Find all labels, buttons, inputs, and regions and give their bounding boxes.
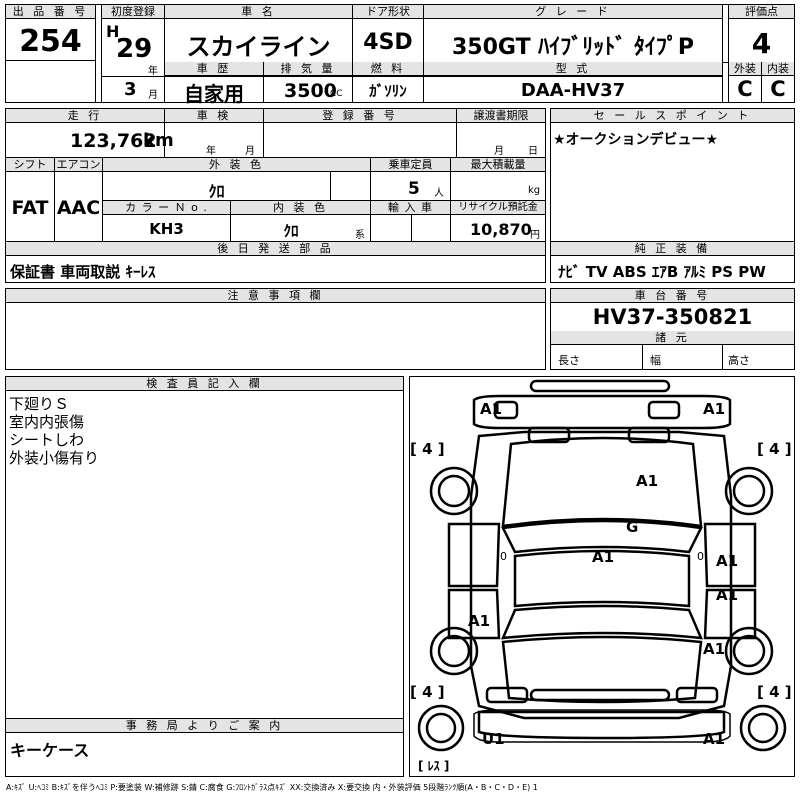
color-number: KH3 (149, 220, 184, 238)
color-no-label: カ ラ ー Ｎ o . (103, 201, 230, 215)
car-name: スカイライン (186, 33, 331, 61)
mark-right-front-door: A1 (716, 552, 739, 570)
grade-label: グ レ ー ド (424, 5, 722, 19)
reg-no-label: 登 録 番 号 (264, 109, 456, 123)
grade: 350GT ﾊｲﾌﾞﾘｯﾄﾞ ﾀｲﾌﾟP (451, 35, 695, 60)
spare-tire: [ ﾚｽ ] (418, 759, 450, 773)
load-label: 最大積載量 (451, 158, 545, 172)
mark-roof: A1 (592, 548, 615, 566)
year-unit: 年 (148, 66, 158, 77)
car-name-label: 車 名 (165, 5, 352, 19)
recycle-label: リサイクル預託金 (451, 201, 545, 215)
displacement-unit: CC (330, 89, 343, 99)
recycle-deposit: 10,870 (470, 220, 532, 239)
door-label: ドア形状 (353, 5, 423, 19)
equipment: ﾅﾋﾞ TV ABS ｴｱB ｱﾙﾐ PS PW (558, 263, 766, 281)
displacement-label: 排 気 量 (264, 62, 352, 76)
inspector-line-4: 外装小傷有り (9, 449, 100, 467)
model-code: DAA-HV37 (520, 80, 626, 101)
mark-front-left: A1 (480, 400, 503, 418)
mark-hood: A1 (636, 472, 659, 490)
capacity-unit: 人 (434, 188, 444, 199)
mark-zero-left: 0 (500, 550, 507, 563)
lot-number: 254 (19, 24, 82, 59)
reg-year: 29 (116, 34, 153, 64)
int-color-label: 内 装 色 (231, 201, 370, 215)
fuel: ｶﾞｿﾘﾝ (369, 82, 407, 100)
exterior-score: C (737, 77, 753, 101)
insp-year-unit: 年 (206, 146, 216, 157)
spec-width: 幅 (650, 354, 661, 367)
spec-length: 長さ (558, 354, 580, 367)
shift: FAT (11, 197, 49, 219)
mark-right-rear-door: A1 (716, 586, 739, 604)
office-label: 事 務 局 よ り ご 案 内 (6, 719, 403, 733)
inspector-label: 検 査 員 記 入 欄 (6, 377, 403, 391)
fuel-label: 燃 料 (353, 62, 423, 76)
ac-label: エアコン (55, 158, 102, 172)
capacity: 5 (408, 179, 420, 199)
insp-month-unit: 月 (245, 146, 255, 157)
mileage-unit: km (143, 130, 174, 151)
spec-height: 高さ (728, 354, 750, 367)
load-unit: kg (528, 185, 541, 196)
mark-front-right: A1 (703, 400, 726, 418)
equipment-label: 純 正 装 備 (551, 242, 794, 256)
later-parts: 保証書 車両取説 ｷｰﾚｽ (10, 263, 156, 281)
tire-rl: [ 4 ] (410, 683, 445, 701)
history-label: 車 歴 (165, 62, 263, 76)
chassis-number: HV37-350821 (592, 305, 753, 329)
air-conditioner: AAC (56, 197, 101, 219)
shift-label: シフト (6, 158, 54, 172)
legend: A:ｷｽﾞ U:ﾍｺﾐ B:ｷｽﾞを伴うﾍｺﾐ P:要塗装 W:補修跡 S:錆 … (6, 783, 538, 792)
sales-point-label: セ ー ル ス ポ イ ン ト (551, 109, 794, 123)
transfer-month-unit: 月 (494, 146, 504, 157)
mark-zero-right: 0 (697, 550, 704, 563)
tire-fl: [ 4 ] (410, 440, 445, 458)
interior-color: ｸﾛ (283, 222, 299, 240)
score-label: 評価点 (729, 5, 794, 19)
mileage-label: 走 行 (6, 109, 164, 123)
lot-no-label: 出 品 番 号 (6, 5, 95, 19)
interior-score: C (770, 77, 786, 101)
car-outline (417, 379, 787, 752)
chassis-label: 車 台 番 号 (551, 289, 794, 303)
mark-rear-left: U1 (482, 730, 505, 748)
later-parts-label: 後 日 発 送 部 品 (6, 242, 545, 256)
exterior-label: 外装 (729, 62, 761, 76)
transfer-day-unit: 日 (528, 146, 538, 157)
score: 4 (751, 27, 772, 60)
import-label: 輸 入 車 (371, 201, 450, 215)
month-unit: 月 (148, 90, 158, 101)
ext-color-label: 外 装 色 (103, 158, 370, 172)
tire-rr: [ 4 ] (757, 683, 792, 701)
mark-rear-right: A1 (703, 730, 726, 748)
notes-label: 注 意 事 項 欄 (6, 289, 545, 303)
int-color-unit: 系 (355, 230, 365, 241)
sales-point-text: ★オークションデビュー★ (553, 132, 719, 148)
mark-windshield: G (626, 518, 639, 536)
transfer-label: 譲渡書期限 (457, 109, 545, 123)
car-history: 自家用 (184, 82, 244, 106)
door-type: 4SD (363, 30, 413, 55)
tire-fr: [ 4 ] (757, 440, 792, 458)
model-label: 型 式 (424, 62, 722, 76)
specs-label: 諸 元 (551, 331, 794, 345)
capacity-label: 乗車定員 (371, 158, 450, 172)
first-reg-label: 初度登録 (102, 5, 164, 19)
reg-month: 3 (124, 79, 137, 100)
exterior-color: ｸﾛ (208, 182, 225, 201)
interior-label: 内装 (762, 62, 794, 76)
inspection-label: 車 検 (165, 109, 263, 123)
recycle-unit: 円 (530, 230, 540, 241)
mark-right-rear-fender: A1 (703, 640, 726, 658)
office-text: キーケース (10, 741, 90, 760)
mark-left-rear-door: A1 (468, 612, 491, 630)
displacement: 3500 (284, 80, 337, 102)
